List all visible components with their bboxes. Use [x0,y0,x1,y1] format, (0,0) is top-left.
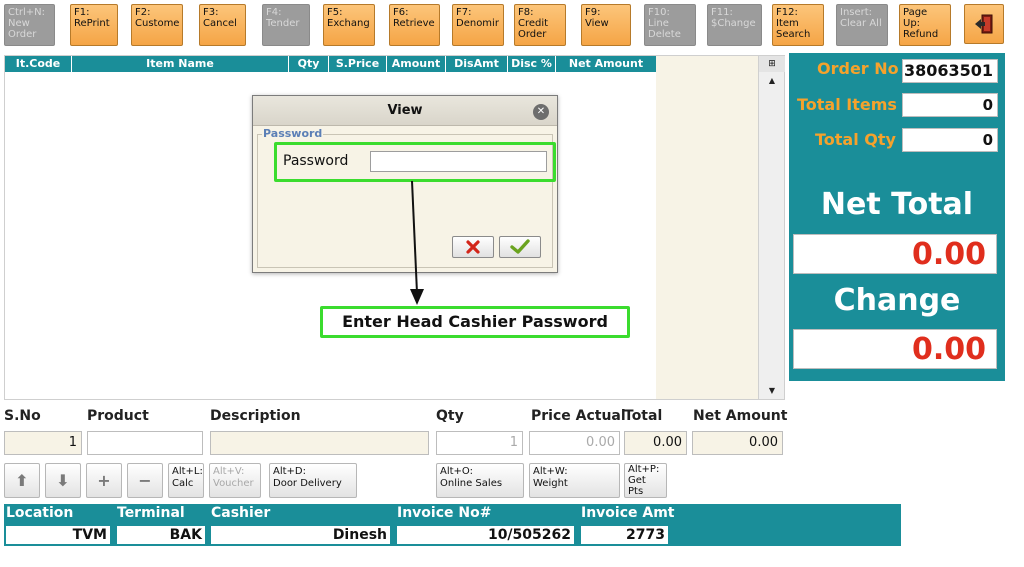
product-input[interactable] [87,431,203,455]
denomination-button[interactable]: F7: Denomir [452,4,504,46]
total-qty-value: 0 [902,128,998,152]
col-sale-price: S.Price [329,56,387,72]
status-bar: Location Terminal Cashier Invoice No# In… [4,504,901,546]
line-delete-button[interactable]: F10: Line Delete [644,4,696,46]
price-actual-input[interactable]: 0.00 [529,431,620,455]
qty-input[interactable]: 1 [436,431,523,455]
get-points-button[interactable]: Alt+P: Get Pts [624,463,667,498]
tender-button[interactable]: F4: Tender [262,4,310,46]
location-value: TVM [6,526,110,544]
function-toolbar: Ctrl+N: New Order F1: RePrint F2: Custom… [0,0,1024,50]
new-order-button[interactable]: Ctrl+N: New Order [4,4,55,46]
sno-field[interactable]: 1 [4,431,82,455]
column-chooser-icon[interactable]: ⊞ [759,56,785,72]
net-total-label: Net Total [820,187,974,222]
change-label: Change [833,283,961,318]
password-highlight-box [274,142,556,182]
dialog-title: View [253,96,557,126]
col-discount-percent: Disc % [508,56,556,72]
exchange-button[interactable]: F5: Exchang [323,4,375,46]
description-field[interactable] [210,431,429,455]
check-icon [510,239,530,254]
col-item-name: Item Name [72,56,289,72]
col-net-amount: Net Amount [568,57,644,70]
order-no-label: Order No [817,59,899,78]
cashier-label: Cashier [211,505,271,521]
sno-label: S.No [4,408,41,424]
terminal-label: Terminal [117,505,185,521]
cancel-button[interactable]: F3: Cancel [199,4,246,46]
description-label: Description [210,408,301,424]
total-qty-label: Total Qty [815,130,896,149]
arrow-up-icon: ⬆ [15,470,29,490]
grid-header: It.Code Item Name Qty S.Price Amount Dis… [5,56,656,72]
col-item-code: It.Code [5,56,72,72]
total-items-value: 0 [902,93,998,117]
item-search-button[interactable]: F12: Item Search [772,4,824,46]
customer-button[interactable]: F2: Custome [131,4,183,46]
reprint-button[interactable]: F1: RePrint [70,4,118,46]
col-amount: Amount [387,56,446,72]
minus-icon: − [138,470,152,490]
total-field: 0.00 [624,431,687,455]
net-total-value: 0.00 [793,234,997,274]
qty-label: Qty [436,408,464,424]
invoice-amt-label: Invoice Amt [581,505,675,521]
weight-button[interactable]: Alt+W: Weight [529,463,620,498]
online-sales-button[interactable]: Alt+O: Online Sales [436,463,524,498]
total-label: Total [624,408,663,424]
add-row-button[interactable]: + [86,463,122,498]
annotation-arrow-icon [410,181,424,305]
totals-panel: Order No 38063501 Total Items 0 Total Qt… [789,53,1005,381]
product-label: Product [87,408,149,424]
cross-icon [466,240,480,254]
invoice-amt-value: 2773 [581,526,668,544]
exit-door-icon [975,14,993,34]
footer-strip [0,556,1024,567]
net-amount-field: 0.00 [692,431,783,455]
invoice-no-label: Invoice No# [397,505,492,521]
view-button[interactable]: F9: View [581,4,631,46]
grid-empty-area [656,56,758,399]
invoice-no-value: 10/505262 [397,526,574,544]
col-discount-amount: DisAmt [446,56,508,72]
dialog-ok-button[interactable] [499,236,541,258]
voucher-button[interactable]: Alt+V: Voucher [209,463,261,498]
total-items-label: Total Items [797,95,897,114]
arrow-down-icon: ⬇ [56,470,70,490]
change-button[interactable]: F11: $Change [707,4,762,46]
password-group-label: Password [262,127,324,140]
remove-row-button[interactable]: − [127,463,163,498]
cashier-value: Dinesh [211,526,390,544]
refund-button[interactable]: Page Up: Refund [899,4,951,46]
dialog-cancel-button[interactable] [452,236,494,258]
net-amount-label: Net Amount [693,408,788,424]
scroll-down-icon[interactable]: ▼ [763,384,781,398]
scroll-up-icon[interactable]: ▲ [763,74,781,88]
exit-button[interactable] [964,4,1004,44]
terminal-value: BAK [117,526,205,544]
clear-all-button[interactable]: Insert: Clear All [836,4,888,46]
change-value: 0.00 [793,329,997,369]
dialog-close-icon[interactable]: ✕ [533,104,549,120]
door-delivery-button[interactable]: Alt+D: Door Delivery [269,463,357,498]
move-up-button[interactable]: ⬆ [4,463,40,498]
location-label: Location [6,505,74,521]
calc-button[interactable]: Alt+L: Calc [168,463,204,498]
credit-order-button[interactable]: F8: Credit Order [514,4,566,46]
move-down-button[interactable]: ⬇ [45,463,81,498]
grid-scrollbar[interactable]: ⊞ ▲ ▼ [758,56,785,399]
col-qty: Qty [289,56,329,72]
annotation-callout: Enter Head Cashier Password [320,306,630,338]
retrieve-button[interactable]: F6: Retrieve [389,4,440,46]
order-no-value: 38063501 [902,59,998,83]
plus-icon: + [97,470,111,490]
price-actual-label: Price Actual [531,408,626,424]
